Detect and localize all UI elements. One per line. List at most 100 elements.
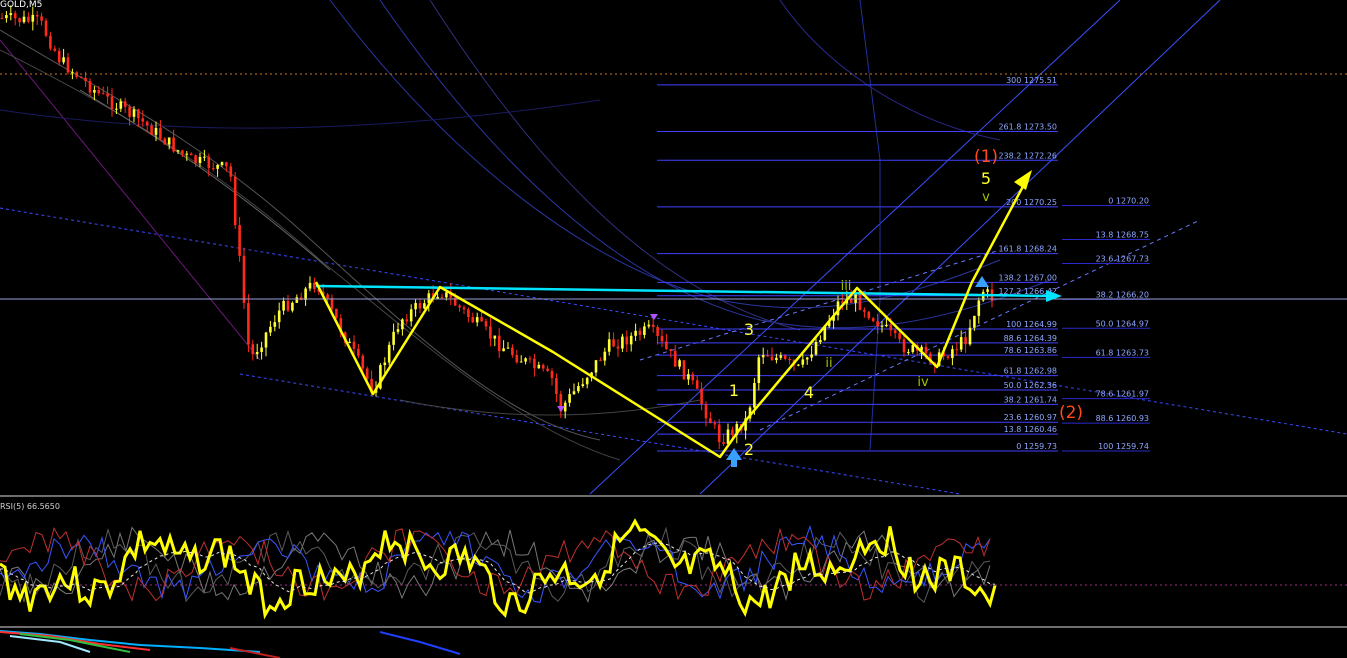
candle-body <box>291 302 294 311</box>
candle-body <box>484 321 488 327</box>
candle-body <box>770 356 774 361</box>
candle-body <box>396 329 400 332</box>
candle-body <box>233 176 237 226</box>
candle-body <box>893 330 897 334</box>
wave-label-major: (2) <box>1059 403 1083 423</box>
candle-body <box>898 333 901 340</box>
candle-body <box>62 57 65 63</box>
candle-body <box>123 101 127 107</box>
candle-body <box>145 121 149 126</box>
candle-body <box>951 349 954 359</box>
candle-body <box>31 14 35 22</box>
candle-body <box>695 380 699 389</box>
candle-body <box>673 350 677 367</box>
candle-body <box>348 341 351 343</box>
candle-body <box>84 77 87 82</box>
candle-body <box>687 374 690 380</box>
candle-body <box>682 360 686 380</box>
candle-body <box>634 330 637 336</box>
fib-ext-label: 78.6 1263.86 <box>1004 346 1057 355</box>
candle-body <box>700 388 703 405</box>
fib-ext-label: 300 1275.51 <box>1006 76 1057 85</box>
fib-ext-label: 50.0 1262.36 <box>1004 381 1057 390</box>
candle-body <box>150 125 153 135</box>
candle-body <box>436 296 439 299</box>
candle-body <box>471 317 475 323</box>
candle-body <box>885 325 888 327</box>
candle-body <box>176 150 180 152</box>
candle-body <box>493 335 497 339</box>
candle-body <box>656 327 659 336</box>
candle-body <box>876 321 879 327</box>
candle-body <box>783 355 787 359</box>
candle-body <box>524 358 527 362</box>
candle-body <box>709 418 712 424</box>
candle-body <box>519 361 523 363</box>
fib-ret-label: 23.6 1267.73 <box>1096 254 1149 263</box>
candle-body <box>383 362 387 366</box>
candle-body <box>546 368 549 372</box>
candle-body <box>814 342 818 355</box>
wave-label-roman: iii <box>841 279 852 294</box>
candle-body <box>775 357 778 361</box>
candle-body <box>924 346 928 354</box>
candle-body <box>260 347 263 353</box>
candle-body <box>797 364 800 366</box>
fib-ret-label: 88.6 1260.93 <box>1096 414 1149 423</box>
candle-body <box>638 330 642 336</box>
price-chart[interactable]: 300 1275.51261.8 1273.50238.2 1272.26200… <box>0 0 1347 658</box>
candle-body <box>973 315 976 328</box>
candle-body <box>0 18 4 19</box>
candle-body <box>304 288 307 300</box>
candle-body <box>511 347 514 356</box>
candle-body <box>273 322 277 327</box>
candle-body <box>13 13 17 19</box>
candle-body <box>528 358 532 360</box>
candle-body <box>211 168 215 170</box>
candle-body <box>757 357 761 384</box>
candle-body <box>731 429 734 435</box>
fib-ext-label: 23.6 1260.97 <box>1004 413 1057 422</box>
candle-body <box>946 356 950 359</box>
candle-body <box>462 307 466 310</box>
fib-ret-label: 78.6 1261.97 <box>1096 390 1149 399</box>
candle-body <box>88 81 92 93</box>
candle-body <box>713 423 717 425</box>
candle-body <box>264 332 268 348</box>
candle-body <box>93 90 96 93</box>
candle-body <box>581 384 585 387</box>
candle-body <box>643 326 646 336</box>
fib-ret-label: 100 1259.74 <box>1098 442 1149 451</box>
fib-ext-label: 61.8 1262.98 <box>1004 367 1057 376</box>
candle-body <box>97 90 101 94</box>
candle-body <box>352 341 356 349</box>
wave-label-roman: iv <box>917 375 929 390</box>
candle-body <box>5 15 8 19</box>
candle-body <box>660 335 664 342</box>
candle-body <box>365 368 369 379</box>
candle-body <box>44 20 48 36</box>
rsi-label: RSI(5) 66.5650 <box>0 502 60 511</box>
fib-ret-label: 61.8 1263.73 <box>1096 348 1149 357</box>
candle-body <box>330 298 334 309</box>
candle-body <box>502 348 505 352</box>
candle-body <box>163 138 167 145</box>
candle-body <box>308 282 312 289</box>
wave-label-count: 4 <box>804 383 814 402</box>
candle-body <box>247 302 250 345</box>
candle-body <box>766 355 769 357</box>
candle-body <box>203 156 206 158</box>
fib-ext-label: 138.2 1267.00 <box>998 273 1057 282</box>
wave-label-roman: ii <box>825 356 832 371</box>
candle-body <box>986 289 989 292</box>
fib-ext-label: 38.2 1261.74 <box>1004 395 1057 404</box>
candle-body <box>599 360 602 362</box>
candle-body <box>225 162 228 167</box>
fib-ext-label: 161.8 1268.24 <box>998 245 1057 254</box>
candle-body <box>819 340 822 343</box>
candle-body <box>57 50 61 63</box>
candle-body <box>220 162 224 165</box>
candle-body <box>119 101 123 109</box>
candle-body <box>392 331 395 345</box>
wave-label-roman: v <box>982 190 990 205</box>
